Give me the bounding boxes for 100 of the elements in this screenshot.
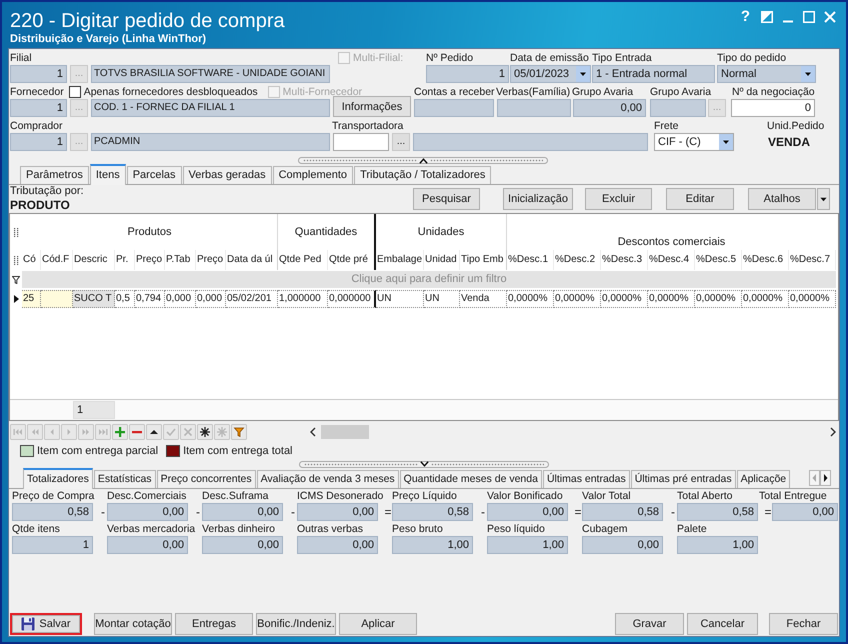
carrier-name-field[interactable] [413,133,648,151]
code-field[interactable]: 1 [10,133,67,151]
splitter-handle[interactable] [298,157,548,164]
column-header[interactable]: Data da úl [226,250,278,270]
toolbar-button[interactable]: Editar [666,188,734,210]
half-filled-square-icon[interactable] [761,11,773,23]
tab[interactable]: Últimas pré entradas [630,470,736,488]
grip-icon[interactable] [14,256,18,264]
funds-field[interactable] [497,99,571,117]
tab[interactable]: Totalizadores [23,468,93,489]
scroll-right-icon[interactable] [829,426,837,436]
name-field[interactable]: TOTVS BRASILIA SOFTWARE - UNIDADE GOIANI [91,65,330,83]
column-header[interactable]: %Desc.5 [695,250,742,270]
tab[interactable]: Verbas geradas [182,166,272,184]
tab[interactable]: Complemento [272,166,354,184]
tab[interactable]: Parâmetros [20,166,89,184]
carrier-code-field[interactable] [333,133,389,151]
column-header[interactable]: %Desc.4 [648,250,695,270]
column-header[interactable]: Embalage [376,250,424,270]
freight-combo[interactable]: CIF - (C) [654,133,734,151]
tab[interactable]: Avaliação de venda 3 meses [256,470,399,488]
order-type-combo[interactable]: Normal [717,65,816,83]
plus-icon[interactable] [112,424,128,440]
name-field[interactable]: PCADMIN [91,133,330,151]
action-button[interactable]: Aplicar [339,613,417,635]
asterisk-icon[interactable] [197,424,213,440]
tab[interactable]: Estatísticas [94,470,156,488]
tab[interactable]: Parcelas [126,166,182,184]
toolbar-button[interactable]: Excluir [585,188,652,210]
tab[interactable]: Quantidade meses de venda [400,470,542,488]
scrollbar-thumb[interactable] [321,424,369,438]
receivables-field[interactable] [414,99,494,117]
maximize-icon[interactable] [803,11,815,23]
total-field[interactable]: 1 [12,536,93,554]
total-field[interactable]: 0,58 [392,503,473,521]
damage-group-field[interactable] [650,99,706,117]
column-header[interactable]: Descric [73,250,115,270]
tab[interactable]: Tributação / Totalizadores [354,166,492,184]
toolbar-button[interactable]: Pesquisar [413,188,480,210]
negotiation-number-field[interactable]: 0 [731,99,815,117]
grip-icon[interactable] [14,228,18,236]
tab[interactable]: Últimas entradas [542,470,630,488]
column-header[interactable]: P.Tab [165,250,196,270]
column-header[interactable]: Cód.F [41,250,73,270]
total-field[interactable]: 0,00 [772,503,838,521]
column-header[interactable]: Preço [135,250,165,270]
damage-group-value-field[interactable]: 0,00 [573,99,646,117]
total-field[interactable]: 0,00 [202,536,283,554]
total-field[interactable]: 0,00 [202,503,283,521]
toolbar-button[interactable]: Atalhos [748,188,816,210]
action-button[interactable]: Entregas [175,613,253,635]
column-header[interactable]: Qtde Ped [278,250,328,270]
total-field[interactable]: 1,00 [392,536,473,554]
lookup-button[interactable]: ... [392,133,410,151]
funnel-icon[interactable] [12,276,20,284]
tab[interactable]: Preço concorrentes [156,470,256,488]
code-field[interactable]: 1 [10,65,67,83]
action-button[interactable]: Gravar [615,613,684,635]
total-field[interactable]: 0,58 [12,503,93,521]
total-field[interactable]: 0,00 [297,503,378,521]
column-header[interactable]: Có [22,250,41,270]
scroll-right-icon[interactable] [820,470,831,486]
order-number-field[interactable]: 1 [426,65,509,83]
action-button[interactable]: Montar cotação [94,613,172,635]
column-header[interactable]: Pr. [115,250,135,270]
minus-icon[interactable] [129,424,145,440]
tab[interactable]: Aplicaçõe [736,470,790,488]
column-header[interactable]: %Desc.6 [742,250,789,270]
info-button[interactable]: Informações [333,96,411,117]
toolbar-button[interactable]: Inicialização [503,188,573,210]
total-field[interactable]: 0,00 [297,536,378,554]
column-header[interactable]: %Desc.7 [789,250,836,270]
action-button[interactable]: Fechar [769,613,838,635]
total-field[interactable]: 0,00 [107,536,188,554]
action-button[interactable]: Bonific./Indeniz. [256,613,336,635]
column-header[interactable]: %Desc.3 [601,250,648,270]
total-field[interactable]: 0,58 [677,503,758,521]
column-header[interactable]: Tipo Emb [460,250,507,270]
column-header[interactable]: Unidad [424,250,460,270]
scroll-left-icon[interactable] [309,426,317,436]
action-button[interactable]: Salvar [10,613,82,635]
action-button[interactable]: Cancelar [687,613,758,635]
column-header[interactable]: %Desc.1 [507,250,554,270]
total-field[interactable]: 0,00 [107,503,188,521]
checkbox[interactable] [68,86,81,98]
total-field[interactable]: 0,58 [582,503,663,521]
total-field[interactable]: 0,00 [582,536,663,554]
total-field[interactable]: 1,00 [487,536,568,554]
entry-type-field[interactable]: 1 - Entrada normal [592,65,715,83]
close-icon[interactable] [824,11,836,23]
date-combo[interactable]: 05/01/2023 [510,65,591,83]
total-field[interactable]: 1,00 [677,536,758,554]
code-field[interactable]: 1 [10,99,67,117]
column-header[interactable]: Preço [196,250,226,270]
total-field[interactable]: 0,00 [487,503,568,521]
tab[interactable]: Itens [90,164,126,185]
splitter-handle[interactable] [299,460,549,468]
column-header[interactable]: %Desc.2 [554,250,601,270]
name-field[interactable]: COD. 1 - FORNEC DA FILIAL 1 [91,99,330,117]
dropdown-button[interactable] [817,188,830,210]
